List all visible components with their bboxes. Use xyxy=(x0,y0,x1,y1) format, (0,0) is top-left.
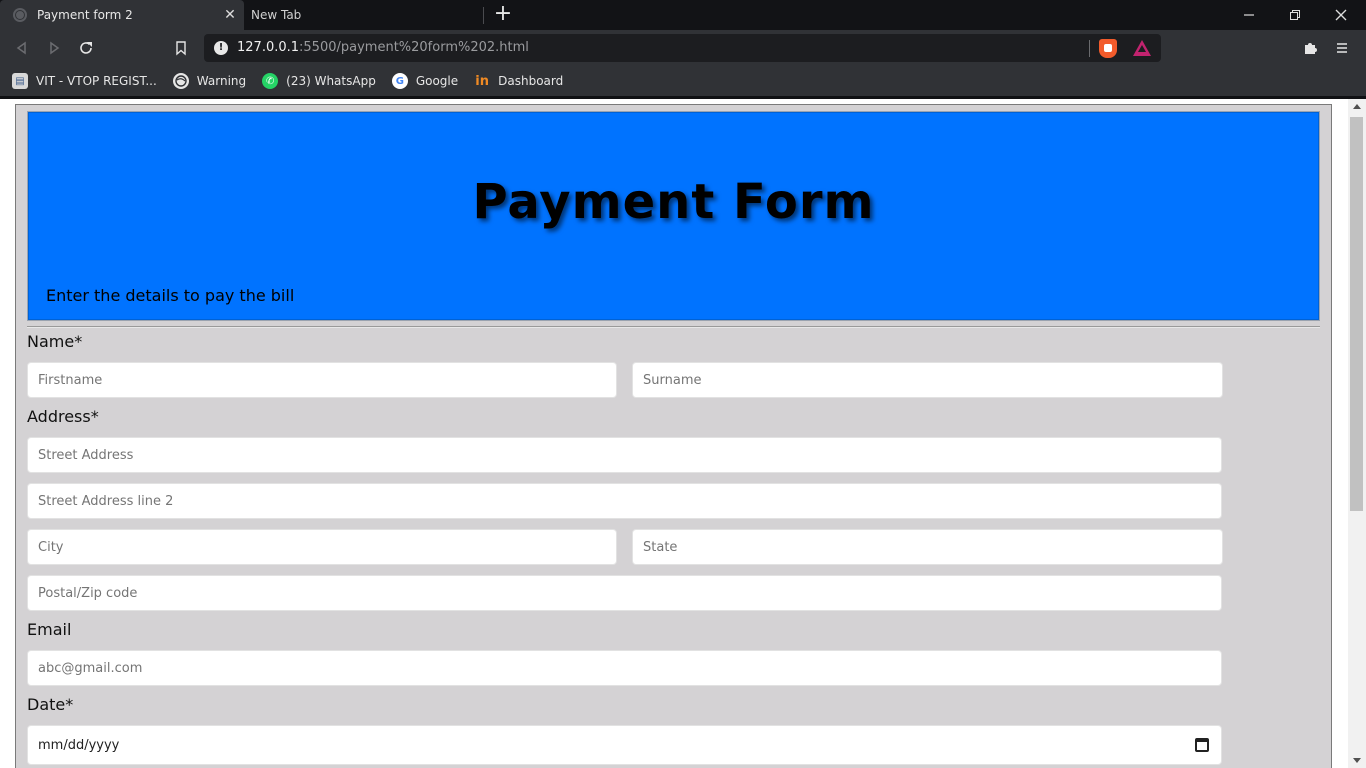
date-label: Date* xyxy=(27,695,74,714)
tab-strip: Payment form 2 ✕ New Tab + xyxy=(0,0,1366,30)
bookmark-google[interactable]: G Google xyxy=(391,73,459,89)
street-address-line2-input[interactable] xyxy=(27,483,1222,519)
back-arrow-icon xyxy=(16,41,26,55)
bookmark-dashboard[interactable]: in Dashboard xyxy=(474,73,563,89)
bookmark-icon xyxy=(176,41,186,56)
brave-rewards-icon[interactable] xyxy=(1133,40,1151,56)
page-scrollbar[interactable] xyxy=(1348,99,1366,768)
payment-form-container: Payment Form Enter the details to pay th… xyxy=(15,104,1332,768)
globe-icon xyxy=(13,8,27,22)
minimize-icon xyxy=(1244,14,1254,16)
bookmark-label: Dashboard xyxy=(498,74,564,88)
bookmark-whatsapp[interactable]: ✆ (23) WhatsApp xyxy=(262,73,376,89)
browser-toolbar: ! 127.0.0.1:5500/payment%20form%202.html xyxy=(0,30,1366,66)
new-tab-button[interactable]: + xyxy=(493,3,513,25)
bookmark-label: Google xyxy=(415,74,459,88)
restore-icon xyxy=(1290,10,1300,20)
minimize-button[interactable] xyxy=(1226,0,1272,30)
page-subtitle: Enter the details to pay the bill xyxy=(46,286,295,305)
email-input[interactable] xyxy=(27,650,1222,686)
close-tab-icon[interactable]: ✕ xyxy=(222,7,238,23)
bookmark-label: (23) WhatsApp xyxy=(286,74,376,88)
street-address-input[interactable] xyxy=(27,437,1222,473)
back-button[interactable] xyxy=(10,36,34,60)
vtop-icon: ▤ xyxy=(12,73,28,89)
site-info-icon[interactable]: ! xyxy=(214,41,228,55)
menu-button[interactable] xyxy=(1330,36,1354,60)
calendar-icon[interactable] xyxy=(1195,738,1209,752)
url-text: 127.0.0.1:5500/payment%20form%202.html xyxy=(237,40,529,55)
scroll-up-arrow-icon[interactable] xyxy=(1353,104,1361,109)
bookmarks-bar: ▤ VIT - VTOP REGIST... Warning ✆ (23) Wh… xyxy=(0,66,1366,96)
google-icon: G xyxy=(391,73,408,89)
surname-input[interactable] xyxy=(632,362,1223,398)
page-title: Payment Form xyxy=(472,174,875,230)
puzzle-icon xyxy=(1305,43,1317,54)
bookmark-button[interactable] xyxy=(169,36,193,60)
omnibox-divider xyxy=(1089,40,1090,57)
page-viewport: Payment Form Enter the details to pay th… xyxy=(0,99,1348,768)
form-header: Payment Form Enter the details to pay th… xyxy=(27,111,1320,321)
bookmark-vtop[interactable]: ▤ VIT - VTOP REGIST... xyxy=(12,73,157,89)
globe-icon xyxy=(172,73,189,89)
close-window-button[interactable] xyxy=(1318,0,1364,30)
restore-button[interactable] xyxy=(1272,0,1318,30)
tab-new-tab[interactable]: New Tab xyxy=(244,0,484,30)
tab-divider xyxy=(483,7,484,24)
brave-shields-icon[interactable] xyxy=(1099,39,1117,58)
bookmark-label: Warning xyxy=(196,74,247,88)
tab-title: New Tab xyxy=(251,8,302,22)
zip-code-input[interactable] xyxy=(27,575,1222,611)
email-label: Email xyxy=(27,620,72,639)
header-divider xyxy=(27,326,1320,328)
reload-icon xyxy=(80,42,92,54)
tab-title: Payment form 2 xyxy=(37,8,133,22)
address-bar[interactable]: ! 127.0.0.1:5500/payment%20form%202.html xyxy=(204,34,1161,62)
date-input[interactable]: mm/dd/yyyy xyxy=(27,725,1222,765)
date-value: mm/dd/yyyy xyxy=(38,737,120,753)
address-label: Address* xyxy=(27,407,99,426)
scrollbar-thumb[interactable] xyxy=(1350,117,1363,511)
forward-button[interactable] xyxy=(42,36,66,60)
whatsapp-icon: ✆ xyxy=(262,73,279,89)
invision-icon: in xyxy=(475,73,489,89)
city-input[interactable] xyxy=(27,529,617,565)
bookmark-warning[interactable]: Warning xyxy=(172,73,247,89)
hamburger-menu-icon xyxy=(1337,43,1347,53)
forward-arrow-icon xyxy=(50,41,60,55)
bookmark-label: VIT - VTOP REGIST... xyxy=(36,74,157,88)
extensions-button[interactable] xyxy=(1298,36,1322,60)
name-label: Name* xyxy=(27,332,83,351)
scroll-down-arrow-icon[interactable] xyxy=(1353,758,1361,763)
firstname-input[interactable] xyxy=(27,362,617,398)
reload-button[interactable] xyxy=(74,36,98,60)
state-input[interactable] xyxy=(632,529,1223,565)
close-icon xyxy=(1335,9,1347,21)
tab-payment-form[interactable]: Payment form 2 ✕ xyxy=(0,0,244,30)
